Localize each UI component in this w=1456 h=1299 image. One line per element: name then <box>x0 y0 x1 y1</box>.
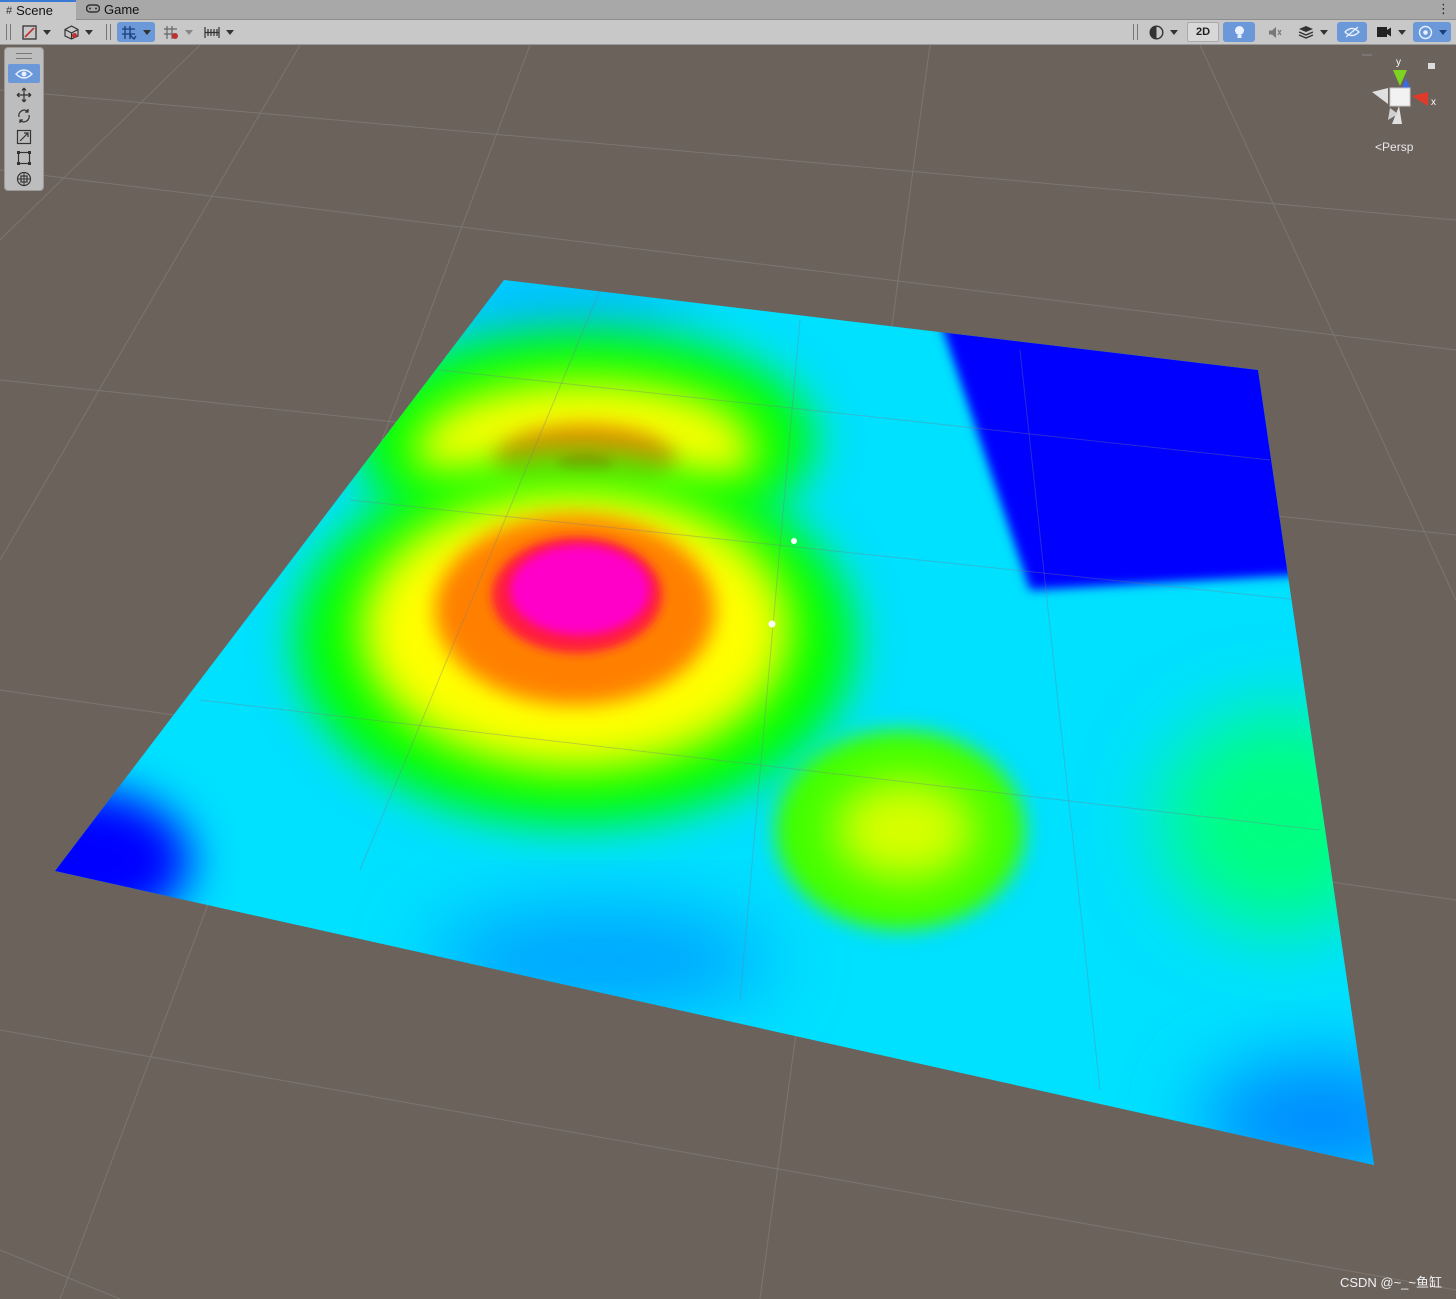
chevron-down-icon <box>226 29 234 35</box>
lighting-icon <box>1234 25 1244 38</box>
chevron-down-icon <box>1438 29 1447 35</box>
toggle-2d-button[interactable]: 2D <box>1187 22 1219 42</box>
increment-snap-dropdown[interactable] <box>160 22 196 42</box>
gizmos-icon <box>1418 25 1432 39</box>
grid-snap-toggle[interactable] <box>117 22 155 42</box>
rotate-tool-button[interactable] <box>8 106 40 125</box>
audio-toggle[interactable] <box>1262 22 1288 42</box>
vertex-handle[interactable] <box>791 538 797 544</box>
chevron-down-icon <box>1169 29 1178 35</box>
ruler-dropdown[interactable] <box>200 22 238 42</box>
grid-snap-icon <box>122 25 137 40</box>
transform-tool-button[interactable] <box>8 169 40 188</box>
render-sphere-icon <box>1148 24 1164 40</box>
chevron-down-icon <box>42 29 51 35</box>
palette-grip[interactable] <box>16 53 32 59</box>
chevron-left-icon: < <box>1375 140 1383 154</box>
view-tool-button[interactable] <box>8 64 40 83</box>
toolbar-grip[interactable] <box>6 24 11 40</box>
rect-tool-icon <box>17 150 31 165</box>
effects-dropdown[interactable] <box>1294 22 1332 42</box>
scene-toolbar: 2D <box>0 20 1456 45</box>
vertex-handle[interactable] <box>768 620 776 628</box>
move-tool-icon <box>16 87 32 102</box>
tools-palette <box>4 47 44 191</box>
lighting-toggle[interactable] <box>1223 22 1255 42</box>
rotate-tool-icon <box>18 108 30 123</box>
rect-tool-button[interactable] <box>8 148 40 167</box>
grid-icon: # <box>6 5 13 17</box>
shading-cube-icon <box>63 24 79 40</box>
gizmo-lock-icon[interactable] <box>1428 63 1435 69</box>
chevron-down-icon <box>1398 29 1406 35</box>
gizmo-x-axis[interactable] <box>1412 92 1428 106</box>
hidden-objects-icon <box>1344 26 1360 38</box>
scene-viewport[interactable] <box>0 45 1456 1299</box>
gamepad-icon <box>85 0 101 20</box>
shading-dropdown[interactable] <box>60 22 96 42</box>
watermark: CSDN @~_~鱼缸 <box>1339 1275 1442 1290</box>
gizmo-y-label: y <box>1396 57 1401 68</box>
chevron-down-icon <box>84 29 93 35</box>
gizmo-x-label: x <box>1431 97 1436 108</box>
projection-label: Persp <box>1382 140 1414 154</box>
effects-icon <box>1298 26 1314 39</box>
tab-game[interactable]: Game <box>80 0 150 19</box>
toolbar-grip[interactable] <box>106 24 111 40</box>
scale-tool-icon <box>16 129 32 144</box>
increment-snap-icon <box>164 25 178 39</box>
scale-tool-button[interactable] <box>8 127 40 146</box>
draw-mode-dropdown[interactable] <box>18 22 54 42</box>
transform-tool-icon <box>16 171 32 186</box>
heatmap-plane[interactable] <box>0 250 1456 1200</box>
projection-toggle[interactable]: <Persp <box>1375 140 1413 154</box>
gizmos-dropdown[interactable] <box>1413 22 1451 42</box>
camera-dropdown[interactable] <box>1373 22 1409 42</box>
camera-icon <box>1377 27 1391 37</box>
tab-game-label: Game <box>104 1 140 17</box>
move-tool-button[interactable] <box>8 85 40 104</box>
chevron-down-icon <box>185 29 193 35</box>
hidden-objects-toggle[interactable] <box>1337 22 1367 42</box>
render-mode-dropdown[interactable] <box>1144 22 1182 42</box>
toolbar-grip[interactable] <box>1133 24 1138 40</box>
more-options-icon[interactable]: ⋮ <box>1437 1 1450 17</box>
gizmo-neg-x[interactable] <box>1372 88 1388 104</box>
audio-mute-icon <box>1269 26 1282 38</box>
chevron-down-icon <box>1320 29 1328 35</box>
gizmo-center-cube[interactable] <box>1389 87 1411 107</box>
view-tool-icon <box>15 68 33 79</box>
chevron-down-icon <box>143 29 151 35</box>
ruler-icon <box>204 26 220 38</box>
draw-mode-icon <box>21 24 37 40</box>
scene-canvas[interactable] <box>0 45 1456 1299</box>
tab-bar: # Scene Game ⋮ <box>0 0 1456 20</box>
tab-scene-label: Scene <box>16 3 53 18</box>
tab-scene[interactable]: # Scene <box>0 0 76 20</box>
